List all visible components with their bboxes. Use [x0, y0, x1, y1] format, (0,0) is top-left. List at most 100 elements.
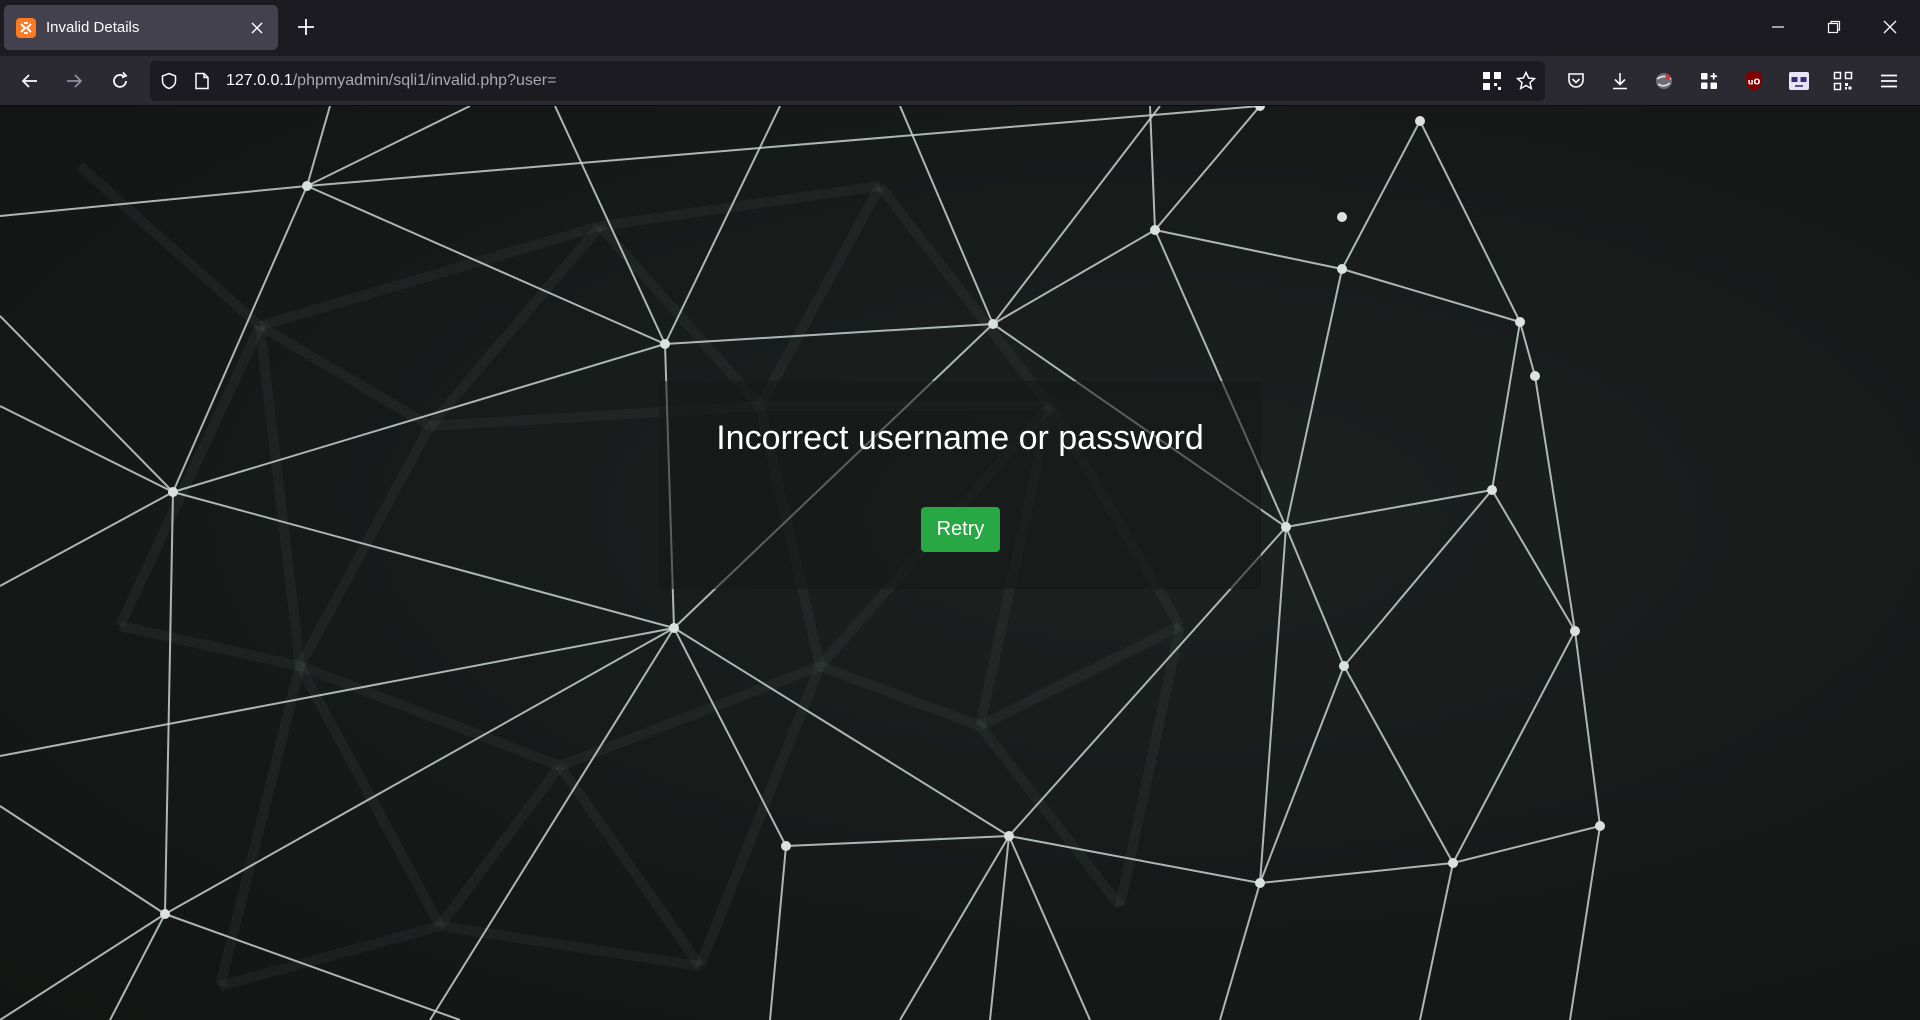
mesh-node: [1337, 264, 1347, 274]
mesh-line: [1452, 825, 1601, 864]
mesh-node: [781, 841, 791, 851]
page-viewport: Incorrect username or password Retry: [0, 106, 1920, 1020]
mesh-line: [976, 722, 1124, 910]
close-tab-icon[interactable]: [246, 17, 268, 39]
mesh-line: [1519, 321, 1536, 377]
extensions-grid-icon[interactable]: [1695, 67, 1723, 95]
close-window-icon[interactable]: [1870, 8, 1910, 46]
mesh-line: [1285, 526, 1345, 667]
mesh-line: [172, 491, 675, 629]
mesh-line: [1115, 624, 1185, 908]
mesh-line: [1259, 526, 1287, 884]
mesh-line: [439, 921, 701, 971]
mesh-line: [1452, 630, 1576, 864]
mesh-node: [1595, 821, 1605, 831]
url-text[interactable]: 127.0.0.1/phpmyadmin/sqli1/invalid.php?u…: [226, 72, 556, 90]
mesh-node: [1339, 661, 1349, 671]
mesh-node: [1570, 626, 1580, 636]
mesh-line: [769, 845, 787, 1020]
mesh-line: [1491, 321, 1521, 491]
mesh-line: [306, 106, 331, 187]
downloads-icon[interactable]: [1606, 67, 1634, 95]
qr-code-icon[interactable]: [1829, 67, 1857, 95]
mesh-node: [988, 319, 998, 329]
mesh-node: [1415, 116, 1425, 126]
extension-globe-icon[interactable]: [1650, 67, 1678, 95]
mesh-line: [555, 763, 705, 969]
url-path: /phpmyadmin/sqli1/invalid.php?user=: [292, 72, 557, 89]
mesh-node: [1515, 317, 1525, 327]
qr-extension-icon[interactable]: [1480, 69, 1504, 93]
mesh-line: [118, 621, 302, 671]
mesh-line: [818, 661, 982, 731]
url-host: 127.0.0.1: [226, 72, 293, 89]
mesh-line: [255, 325, 305, 667]
mesh-line: [436, 763, 564, 929]
mesh-line: [1154, 106, 1261, 231]
mesh-line: [0, 805, 166, 915]
mesh-line: [664, 323, 994, 345]
mesh-node: [1487, 485, 1497, 495]
mesh-line: [1569, 825, 1601, 1020]
mesh-line: [1491, 489, 1576, 632]
mesh-line: [1149, 106, 1156, 231]
shield-icon[interactable]: [157, 69, 181, 93]
mesh-line: [0, 913, 166, 1020]
reload-icon[interactable]: [104, 65, 136, 97]
tab-strip: Invalid Details: [0, 0, 1920, 56]
address-bar[interactable]: 127.0.0.1/phpmyadmin/sqli1/invalid.php?u…: [150, 61, 1545, 101]
retry-button[interactable]: Retry: [921, 507, 1000, 552]
menu-hamburger-icon[interactable]: [1875, 67, 1903, 95]
pocket-icon[interactable]: [1562, 67, 1590, 95]
mesh-line: [1154, 229, 1343, 270]
mesh-node: [1448, 858, 1458, 868]
forward-arrow-icon[interactable]: [58, 65, 90, 97]
mesh-line: [306, 106, 1261, 187]
mesh-node: [1004, 831, 1014, 841]
mesh-line: [257, 321, 433, 431]
mesh-line: [298, 661, 562, 771]
mesh-line: [899, 106, 994, 325]
mesh-line: [1419, 862, 1454, 1020]
mesh-line: [1574, 630, 1601, 827]
page-icon[interactable]: [190, 69, 214, 93]
mesh-line: [306, 185, 666, 345]
mesh-node: [669, 623, 679, 633]
back-arrow-icon[interactable]: [14, 65, 46, 97]
bookmark-star-icon[interactable]: [1514, 69, 1538, 93]
error-panel: Incorrect username or password Retry: [659, 381, 1261, 589]
mesh-line: [599, 181, 881, 231]
svg-text:uO: uO: [1748, 78, 1761, 87]
mesh-line: [295, 423, 435, 669]
mesh-line: [673, 627, 1010, 837]
mesh-node: [168, 487, 178, 497]
mesh-line: [164, 491, 174, 915]
minimize-icon[interactable]: [1758, 8, 1798, 46]
mesh-node: [302, 181, 312, 191]
xampp-icon: [16, 17, 36, 38]
mesh-node: [1150, 225, 1160, 235]
mesh-line: [992, 106, 1161, 325]
mesh-node: [160, 909, 170, 919]
mesh-line: [0, 405, 174, 493]
mesh-line: [1285, 489, 1493, 528]
face-extension-icon[interactable]: [1785, 67, 1813, 95]
mesh-line: [1343, 489, 1493, 667]
mesh-node: [660, 339, 670, 349]
mesh-line: [109, 913, 166, 1020]
mesh-line: [0, 185, 308, 217]
mesh-node: [1281, 522, 1291, 532]
new-tab-icon[interactable]: [292, 13, 320, 41]
mesh-line: [218, 921, 442, 991]
mesh-line: [1341, 268, 1521, 323]
mesh-line: [755, 183, 885, 409]
mesh-line: [695, 664, 825, 968]
mesh-line: [1008, 835, 1091, 1020]
mesh-line: [1534, 375, 1576, 632]
mesh-line: [164, 627, 675, 915]
mesh-node: [1530, 371, 1540, 381]
restore-icon[interactable]: [1814, 8, 1854, 46]
mesh-line: [785, 835, 1010, 847]
ublock-origin-icon[interactable]: uO: [1740, 67, 1768, 95]
tab-invalid-details[interactable]: Invalid Details: [4, 5, 278, 50]
